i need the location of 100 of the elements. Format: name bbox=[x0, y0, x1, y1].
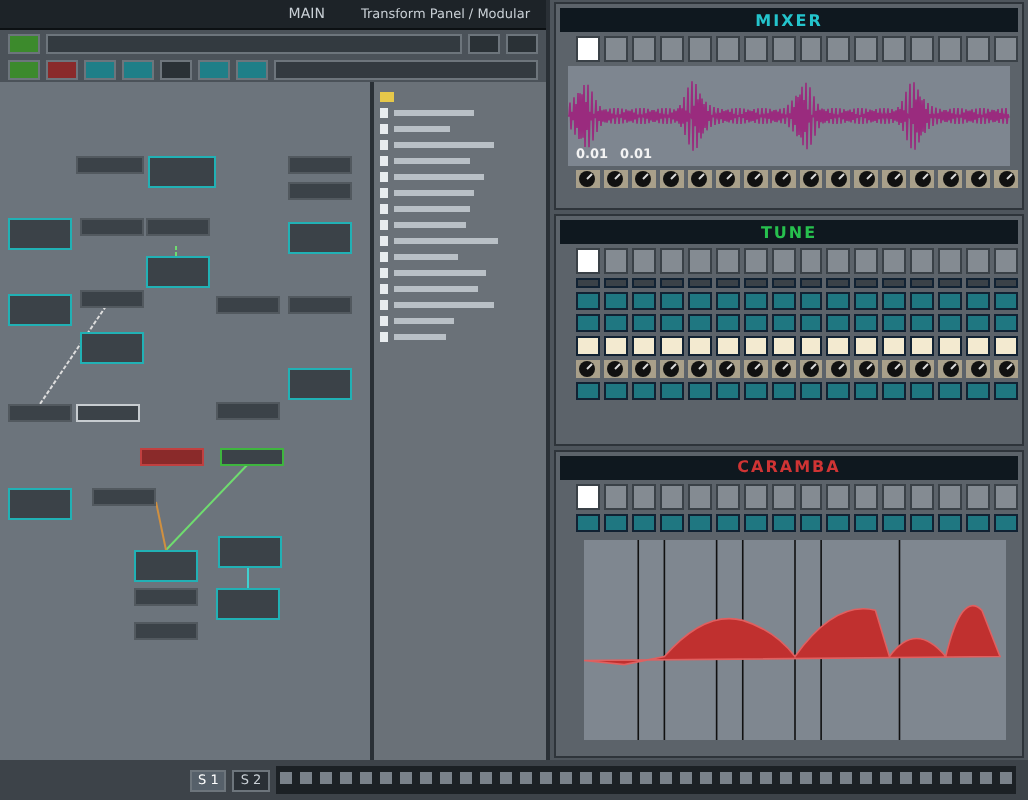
knob[interactable] bbox=[690, 360, 709, 379]
step-cell[interactable] bbox=[576, 382, 600, 401]
knob[interactable] bbox=[885, 360, 904, 379]
step-cell[interactable] bbox=[882, 513, 907, 532]
knob[interactable] bbox=[913, 170, 932, 188]
step-cell[interactable] bbox=[938, 513, 963, 532]
step-cell[interactable] bbox=[715, 314, 740, 333]
knob[interactable] bbox=[857, 360, 876, 379]
knob[interactable] bbox=[969, 170, 988, 188]
step-cell[interactable] bbox=[854, 292, 879, 311]
module-node[interactable] bbox=[8, 488, 72, 520]
knob[interactable] bbox=[801, 170, 820, 188]
step-indicator[interactable] bbox=[910, 278, 935, 289]
step-pad[interactable] bbox=[771, 336, 795, 357]
step-cell[interactable] bbox=[882, 382, 907, 401]
knob[interactable] bbox=[718, 170, 737, 188]
step-cell[interactable] bbox=[771, 382, 795, 401]
step-cell[interactable] bbox=[910, 314, 935, 333]
step-cell[interactable] bbox=[743, 513, 768, 532]
module-node[interactable] bbox=[216, 402, 280, 420]
module-node[interactable] bbox=[288, 182, 352, 200]
step-cell[interactable] bbox=[603, 314, 628, 333]
step-cell[interactable] bbox=[994, 314, 1018, 333]
input-field[interactable] bbox=[274, 59, 538, 79]
step-pad[interactable] bbox=[715, 336, 740, 357]
knob[interactable] bbox=[718, 360, 737, 379]
step-cell[interactable] bbox=[799, 513, 823, 532]
step-cell[interactable] bbox=[631, 513, 656, 532]
step-cell[interactable] bbox=[826, 292, 851, 311]
step-pad[interactable] bbox=[743, 336, 768, 357]
module-node[interactable] bbox=[80, 332, 144, 364]
step-pad[interactable] bbox=[659, 336, 684, 357]
knob[interactable] bbox=[829, 170, 848, 188]
step-indicator[interactable] bbox=[659, 278, 684, 289]
step-cell[interactable] bbox=[854, 382, 879, 401]
step-cell[interactable] bbox=[659, 314, 684, 333]
step-indicator[interactable] bbox=[994, 278, 1018, 289]
knob[interactable] bbox=[634, 360, 653, 379]
step-cell[interactable] bbox=[631, 382, 656, 401]
toolbar-button[interactable] bbox=[46, 59, 78, 79]
step-pad[interactable] bbox=[994, 336, 1018, 357]
knob[interactable] bbox=[774, 170, 793, 188]
knob[interactable] bbox=[746, 170, 765, 188]
knob[interactable] bbox=[801, 360, 820, 379]
step-indicator[interactable] bbox=[938, 278, 963, 289]
toolbar-button[interactable] bbox=[506, 33, 538, 53]
step-indicator[interactable] bbox=[966, 278, 991, 289]
module-node[interactable] bbox=[218, 536, 282, 568]
step-cell[interactable] bbox=[631, 314, 656, 333]
knob[interactable] bbox=[662, 360, 681, 379]
step-cell[interactable] bbox=[826, 382, 851, 401]
step-cell[interactable] bbox=[826, 314, 851, 333]
toolbar-button[interactable] bbox=[160, 59, 192, 79]
knob[interactable] bbox=[997, 360, 1016, 379]
step-cell[interactable] bbox=[659, 292, 684, 311]
step-indicator[interactable] bbox=[854, 278, 879, 289]
toolbar-button[interactable] bbox=[8, 33, 40, 53]
step-pad[interactable] bbox=[826, 336, 851, 357]
step-indicator[interactable] bbox=[826, 278, 851, 289]
knob[interactable] bbox=[857, 170, 876, 188]
knob[interactable] bbox=[662, 170, 681, 188]
knob[interactable] bbox=[774, 360, 793, 379]
step-cell[interactable] bbox=[603, 292, 628, 311]
step-indicator[interactable] bbox=[743, 278, 768, 289]
step-pad[interactable] bbox=[882, 336, 907, 357]
knob[interactable] bbox=[634, 170, 653, 188]
step-cell[interactable] bbox=[799, 314, 823, 333]
knob[interactable] bbox=[969, 360, 988, 379]
step-cell[interactable] bbox=[631, 292, 656, 311]
step-cell[interactable] bbox=[994, 382, 1018, 401]
knob[interactable] bbox=[606, 360, 625, 379]
step-cell[interactable] bbox=[576, 314, 600, 333]
module-node[interactable] bbox=[8, 218, 72, 250]
step-cell[interactable] bbox=[687, 513, 712, 532]
step-pad[interactable] bbox=[576, 36, 600, 62]
step-cell[interactable] bbox=[854, 314, 879, 333]
knob[interactable] bbox=[746, 360, 765, 379]
step-cell[interactable] bbox=[771, 314, 795, 333]
module-node[interactable] bbox=[288, 368, 352, 400]
step-indicator[interactable] bbox=[687, 278, 712, 289]
step-cell[interactable] bbox=[715, 513, 740, 532]
step-cell[interactable] bbox=[799, 292, 823, 311]
knob[interactable] bbox=[941, 170, 960, 188]
module-node[interactable] bbox=[80, 290, 144, 308]
module-node[interactable] bbox=[216, 588, 280, 620]
step-pad[interactable] bbox=[910, 336, 935, 357]
step-cell[interactable] bbox=[771, 292, 795, 311]
toolbar-button[interactable] bbox=[468, 33, 500, 53]
module-node[interactable] bbox=[140, 448, 204, 466]
step-pad[interactable] bbox=[799, 336, 823, 357]
step-pad[interactable] bbox=[576, 336, 600, 357]
module-node[interactable] bbox=[216, 296, 280, 314]
knob[interactable] bbox=[913, 360, 932, 379]
step-indicator[interactable] bbox=[799, 278, 823, 289]
step-cell[interactable] bbox=[687, 292, 712, 311]
step-cell[interactable] bbox=[603, 382, 628, 401]
step-cell[interactable] bbox=[576, 292, 600, 311]
step-cell[interactable] bbox=[826, 513, 851, 532]
module-node[interactable] bbox=[148, 156, 216, 188]
module-node[interactable] bbox=[220, 448, 284, 466]
